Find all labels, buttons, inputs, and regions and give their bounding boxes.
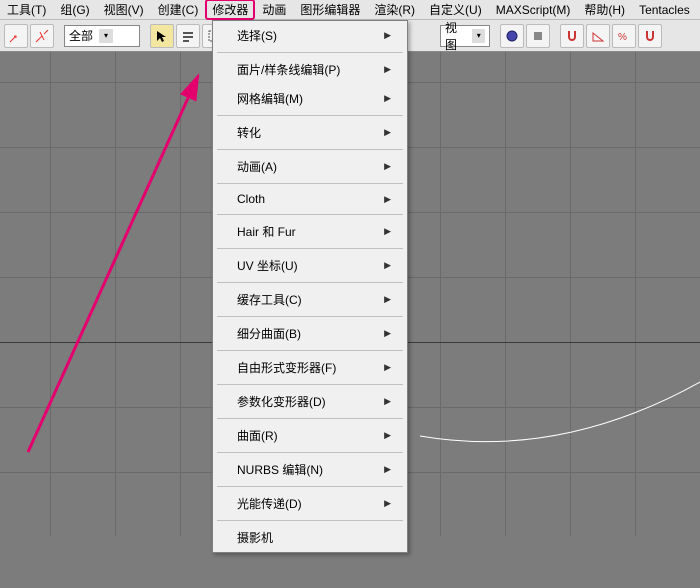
submenu-arrow-icon: ▶ (384, 430, 391, 441)
select-link-icon[interactable] (4, 24, 28, 48)
dd-conversion[interactable]: 转化▶ (213, 118, 407, 147)
submenu-arrow-icon: ▶ (384, 396, 391, 407)
submenu-arrow-icon: ▶ (384, 93, 391, 104)
chevron-down-icon: ▾ (472, 29, 485, 43)
dd-cloth[interactable]: Cloth▶ (213, 186, 407, 212)
submenu-arrow-icon: ▶ (384, 30, 391, 41)
submenu-arrow-icon: ▶ (384, 64, 391, 75)
dd-cache-tools[interactable]: 缓存工具(C)▶ (213, 285, 407, 314)
submenu-arrow-icon: ▶ (384, 362, 391, 373)
dd-hair-fur[interactable]: Hair 和 Fur▶ (213, 217, 407, 246)
submenu-arrow-icon: ▶ (384, 294, 391, 305)
submenu-arrow-icon: ▶ (384, 127, 391, 138)
menu-rendering[interactable]: 渲染(R) (367, 0, 422, 20)
snap-toggle-icon[interactable] (560, 24, 584, 48)
chevron-down-icon: ▾ (99, 29, 113, 43)
svg-text:%: % (618, 32, 627, 43)
menu-tentacles[interactable]: Tentacles (632, 1, 697, 19)
ref-coord-value: 视图 (445, 19, 466, 53)
submenu-arrow-icon: ▶ (384, 226, 391, 237)
menubar: 工具(T) 组(G) 视图(V) 创建(C) 修改器 动画 图形编辑器 渲染(R… (0, 0, 700, 20)
ref-coord-combo[interactable]: 视图 ▾ (440, 25, 490, 47)
menu-group[interactable]: 组(G) (53, 0, 96, 20)
modifiers-dropdown: 选择(S)▶ 面片/样条线编辑(P)▶ 网格编辑(M)▶ 转化▶ 动画(A)▶ … (212, 20, 408, 553)
menu-help[interactable]: 帮助(H) (577, 0, 632, 20)
menu-maxscript[interactable]: MAXScript(M) (489, 1, 578, 19)
menu-animation[interactable]: 动画 (255, 0, 293, 20)
menu-views[interactable]: 视图(V) (97, 0, 151, 20)
menu-modifiers[interactable]: 修改器 (205, 0, 255, 20)
angle-snap-icon[interactable] (586, 24, 610, 48)
dd-cameras[interactable]: 摄影机 (213, 523, 407, 552)
menu-tools[interactable]: 工具(T) (0, 0, 53, 20)
dd-parametric-deformers[interactable]: 参数化变形器(D)▶ (213, 387, 407, 416)
dd-uv-coords[interactable]: UV 坐标(U)▶ (213, 251, 407, 280)
dd-selection[interactable]: 选择(S)▶ (213, 21, 407, 50)
submenu-arrow-icon: ▶ (384, 260, 391, 271)
submenu-arrow-icon: ▶ (384, 328, 391, 339)
dd-ffd[interactable]: 自由形式变形器(F)▶ (213, 353, 407, 382)
submenu-arrow-icon: ▶ (384, 161, 391, 172)
dd-radiosity[interactable]: 光能传递(D)▶ (213, 489, 407, 518)
submenu-arrow-icon: ▶ (384, 194, 391, 205)
dd-animation[interactable]: 动画(A)▶ (213, 152, 407, 181)
selection-filter-value: 全部 (69, 27, 93, 44)
percent-snap-icon[interactable]: % (612, 24, 636, 48)
dd-patch-spline[interactable]: 面片/样条线编辑(P)▶ (213, 55, 407, 84)
menu-graph-editors[interactable]: 图形编辑器 (293, 0, 367, 20)
dd-nurbs-editing[interactable]: NURBS 编辑(N)▶ (213, 455, 407, 484)
dd-subdiv-surfaces[interactable]: 细分曲面(B)▶ (213, 319, 407, 348)
menu-create[interactable]: 创建(C) (151, 0, 206, 20)
select-by-name-icon[interactable] (176, 24, 200, 48)
selection-filter-combo[interactable]: 全部 ▾ (64, 25, 140, 47)
submenu-arrow-icon: ▶ (384, 464, 391, 475)
menu-customize[interactable]: 自定义(U) (422, 0, 489, 20)
dd-surface[interactable]: 曲面(R)▶ (213, 421, 407, 450)
submenu-arrow-icon: ▶ (384, 498, 391, 509)
dd-mesh-editing[interactable]: 网格编辑(M)▶ (213, 84, 407, 113)
spinner-snap-icon[interactable] (638, 24, 662, 48)
unlink-icon[interactable] (30, 24, 54, 48)
material-editor-icon[interactable] (500, 24, 524, 48)
render-setup-icon[interactable] (526, 24, 550, 48)
select-object-icon[interactable] (150, 24, 174, 48)
